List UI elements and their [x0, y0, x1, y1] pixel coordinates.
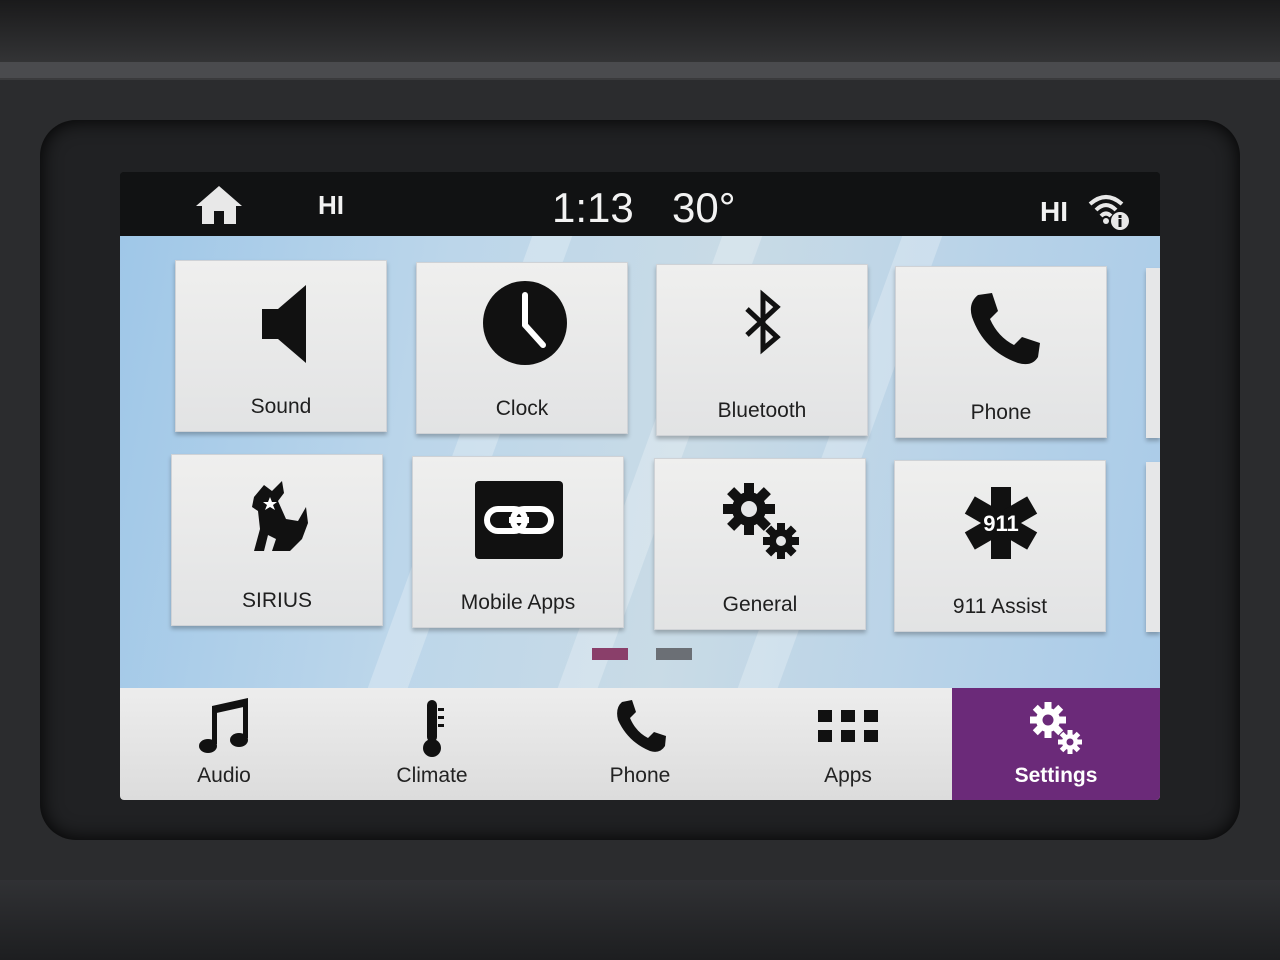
- grid-icon: [818, 710, 878, 742]
- tile-label: Mobile Apps: [460, 591, 576, 614]
- passenger-temp-label: HI: [1040, 196, 1068, 227]
- next-page-tile-edge[interactable]: [1146, 462, 1160, 632]
- dashboard-ridge: [0, 62, 1280, 78]
- wifi-info-icon[interactable]: [1086, 190, 1130, 232]
- infotainment-screen: HI 1:13 30° HI Sound Clock Bluetooth Pho…: [120, 172, 1160, 800]
- phone-icon: [970, 293, 1040, 365]
- gears-icon: [723, 483, 799, 559]
- tile-label: 911 Assist: [952, 595, 1048, 618]
- tile-sound[interactable]: Sound: [175, 260, 387, 432]
- tile-phone[interactable]: Phone: [895, 266, 1107, 438]
- tile-general[interactable]: General: [654, 458, 866, 630]
- nav-phone[interactable]: Phone: [536, 688, 744, 800]
- outside-temperature: 30°: [672, 184, 736, 231]
- tile-mobile-apps[interactable]: Mobile Apps: [412, 456, 624, 628]
- gears-icon: [1030, 702, 1082, 754]
- tile-clock[interactable]: Clock: [416, 262, 628, 434]
- clock-time: 1:13: [552, 184, 634, 231]
- bottom-nav-bar: Audio Climate Phone Apps Settings: [120, 688, 1160, 800]
- bluetooth-icon: [745, 289, 781, 355]
- status-bar: HI 1:13 30° HI: [120, 172, 1160, 236]
- tile-911-assist[interactable]: 911 911 Assist: [894, 460, 1106, 632]
- driver-temp-label: HI: [318, 190, 344, 220]
- dashboard-trim-bottom: [0, 880, 1280, 960]
- tile-label: Bluetooth: [717, 399, 807, 422]
- nav-label: Phone: [609, 764, 671, 787]
- music-note-icon: [199, 698, 248, 753]
- phone-icon: [617, 700, 666, 752]
- nav-audio[interactable]: Audio: [120, 688, 328, 800]
- nav-climate[interactable]: Climate: [328, 688, 536, 800]
- settings-grid: Sound Clock Bluetooth Phone SIRIUS Mobil…: [120, 236, 1160, 688]
- tile-label: Sound: [250, 395, 312, 418]
- speaker-icon: [262, 285, 306, 363]
- nav-label: Climate: [396, 764, 468, 787]
- link-icon: [475, 481, 563, 559]
- thermometer-icon: [423, 700, 444, 757]
- tile-label: SIRIUS: [241, 589, 312, 612]
- nav-label: Settings: [1014, 764, 1098, 787]
- nav-label: Audio: [197, 764, 251, 787]
- clock-icon: [483, 281, 567, 365]
- nav-settings[interactable]: Settings: [952, 688, 1160, 800]
- page-indicator-active[interactable]: [592, 648, 628, 660]
- tile-icon-text: 911: [983, 511, 1019, 536]
- next-page-tile-edge[interactable]: [1146, 268, 1160, 438]
- tile-bluetooth[interactable]: Bluetooth: [656, 264, 868, 436]
- tile-label: Phone: [970, 401, 1032, 424]
- star-of-life-icon: 911: [964, 487, 1038, 559]
- home-icon[interactable]: [194, 184, 244, 226]
- sirius-dog-icon: [252, 481, 308, 551]
- tile-sirius[interactable]: SIRIUS: [171, 454, 383, 626]
- tile-label: General: [722, 593, 798, 616]
- page-indicator[interactable]: [656, 648, 692, 660]
- tile-label: Clock: [495, 397, 549, 420]
- nav-apps[interactable]: Apps: [744, 688, 952, 800]
- nav-label: Apps: [824, 764, 872, 787]
